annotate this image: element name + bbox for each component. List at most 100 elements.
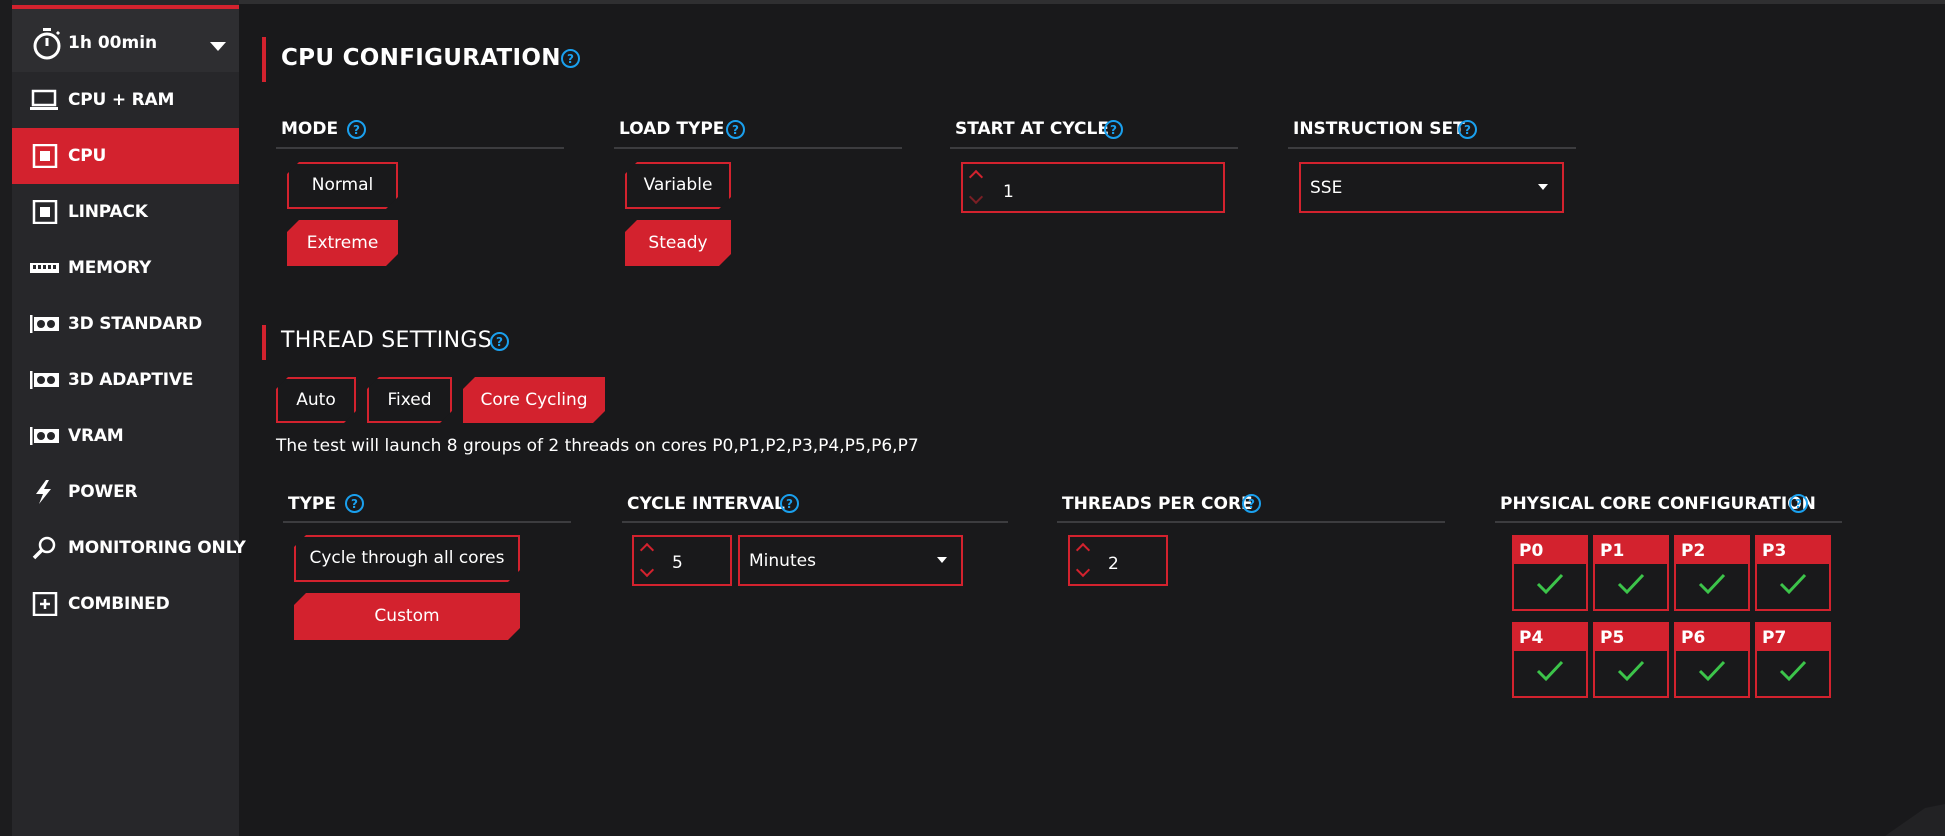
help-icon[interactable]: ? <box>347 120 366 139</box>
core-toggle[interactable]: P4 <box>1512 622 1588 698</box>
sidebar-item-monitoring-only[interactable]: MONITORING ONLY <box>12 520 246 576</box>
threads-per-core-stepper[interactable]: 2 <box>1068 535 1168 586</box>
sidebar-item-label: VRAM <box>68 426 124 446</box>
instruction-set-value: SSE <box>1310 178 1343 198</box>
core-toggle[interactable]: P7 <box>1755 622 1831 698</box>
type-cycle-all-button[interactable]: Cycle through all cores <box>294 535 520 582</box>
chevron-down-icon[interactable] <box>210 42 226 51</box>
help-icon[interactable]: ? <box>1789 494 1808 513</box>
sidebar-item-label: CPU + RAM <box>68 90 175 110</box>
window-top-border <box>0 0 1945 4</box>
section-accent-bar <box>262 37 266 82</box>
sidebar-item-3d-adaptive[interactable]: 3D ADAPTIVE <box>12 352 239 408</box>
sidebar-item-label: 3D ADAPTIVE <box>68 370 194 390</box>
help-icon[interactable]: ? <box>1104 120 1123 139</box>
left-gutter <box>0 0 12 836</box>
stopwatch-icon <box>33 28 61 60</box>
load-type-title: LOAD TYPE <box>619 119 725 139</box>
cpu-configuration-title: CPU CONFIGURATION <box>281 45 561 71</box>
core-toggle[interactable]: P2 <box>1674 535 1750 611</box>
decrement-icon[interactable] <box>1075 562 1091 578</box>
start-at-cycle-value[interactable]: 1 <box>1003 182 1014 202</box>
plus-box-icon <box>32 592 58 616</box>
gpu-icon <box>30 427 59 445</box>
sidebar-item-cpu[interactable]: CPU <box>12 128 239 184</box>
sidebar-item-linpack[interactable]: LINPACK <box>12 184 239 240</box>
load-variable-button[interactable]: Variable <box>625 162 731 209</box>
section-accent-bar <box>262 325 266 360</box>
thread-info-text: The test will launch 8 groups of 2 threa… <box>276 436 919 456</box>
help-icon[interactable]: ? <box>780 494 799 513</box>
checkmark-icon <box>1779 660 1807 682</box>
help-icon[interactable]: ? <box>561 49 580 68</box>
help-icon[interactable]: ? <box>1242 494 1261 513</box>
core-toggle[interactable]: P6 <box>1674 622 1750 698</box>
sidebar-item-combined[interactable]: COMBINED <box>12 576 239 632</box>
sidebar-item-cpu-ram[interactable]: CPU + RAM <box>12 72 239 128</box>
checkmark-icon <box>1617 573 1645 595</box>
divider <box>1495 521 1842 523</box>
increment-icon[interactable] <box>968 169 984 185</box>
decorative-corner <box>1885 804 1945 836</box>
help-icon[interactable]: ? <box>726 120 745 139</box>
duration-selector[interactable]: 1h 00min <box>12 5 239 72</box>
core-header: P3 <box>1757 537 1829 564</box>
sidebar-item-label: POWER <box>68 482 138 502</box>
divider <box>283 521 571 523</box>
core-label: P2 <box>1681 541 1706 561</box>
sidebar-item-vram[interactable]: VRAM <box>12 408 239 464</box>
linpack-icon <box>32 200 58 224</box>
core-header: P2 <box>1676 537 1748 564</box>
mode-extreme-button[interactable]: Extreme <box>287 220 398 266</box>
sidebar-item-label: MEMORY <box>68 258 152 278</box>
sidebar-item-3d-standard[interactable]: 3D STANDARD <box>12 296 239 352</box>
sidebar-item-label: CPU <box>68 146 107 166</box>
increment-icon[interactable] <box>639 542 655 558</box>
core-label: P5 <box>1600 628 1625 648</box>
sidebar-item-memory[interactable]: MEMORY <box>12 240 239 296</box>
decrement-icon[interactable] <box>639 562 655 578</box>
core-toggle[interactable]: P1 <box>1593 535 1669 611</box>
thread-settings-title: THREAD SETTINGS <box>281 328 492 353</box>
chevron-down-icon <box>1538 184 1548 190</box>
load-steady-button[interactable]: Steady <box>625 220 731 266</box>
divider <box>622 521 1008 523</box>
type-custom-button[interactable]: Custom <box>294 593 520 640</box>
divider <box>614 147 902 149</box>
decrement-icon[interactable] <box>968 189 984 205</box>
cycle-interval-value[interactable]: 5 <box>672 553 683 573</box>
checkmark-icon <box>1617 660 1645 682</box>
core-header: P5 <box>1595 624 1667 651</box>
cycle-interval-unit-select[interactable]: Minutes <box>738 535 963 586</box>
sidebar-item-label: COMBINED <box>68 594 170 614</box>
divider <box>950 147 1238 149</box>
cycle-interval-unit: Minutes <box>749 551 816 571</box>
core-toggle[interactable]: P3 <box>1755 535 1831 611</box>
core-header: P1 <box>1595 537 1667 564</box>
checkmark-icon <box>1698 573 1726 595</box>
increment-icon[interactable] <box>1075 542 1091 558</box>
instruction-set-title: INSTRUCTION SET <box>1293 119 1465 139</box>
help-icon[interactable]: ? <box>1458 120 1477 139</box>
mode-normal-button[interactable]: Normal <box>287 162 398 209</box>
cycle-interval-stepper[interactable]: 5 <box>632 535 732 586</box>
threads-per-core-title: THREADS PER CORE <box>1062 494 1253 514</box>
core-toggle[interactable]: P5 <box>1593 622 1669 698</box>
sidebar-item-label: LINPACK <box>68 202 148 222</box>
threads-per-core-value[interactable]: 2 <box>1108 554 1119 574</box>
help-icon[interactable]: ? <box>490 332 509 351</box>
help-icon[interactable]: ? <box>345 494 364 513</box>
core-toggle[interactable]: P0 <box>1512 535 1588 611</box>
core-header: P4 <box>1514 624 1586 651</box>
instruction-set-select[interactable]: SSE <box>1299 162 1564 213</box>
gpu-icon <box>30 315 59 333</box>
thread-core-cycling-button[interactable]: Core Cycling <box>463 377 605 423</box>
sidebar-item-power[interactable]: POWER <box>12 464 239 520</box>
thread-auto-button[interactable]: Auto <box>276 377 356 423</box>
cpu-icon <box>32 144 58 168</box>
start-at-cycle-stepper[interactable]: 1 <box>961 162 1225 213</box>
core-label: P3 <box>1762 541 1787 561</box>
core-header: P6 <box>1676 624 1748 651</box>
physical-core-configuration-title: PHYSICAL CORE CONFIGURATION <box>1500 494 1816 514</box>
thread-fixed-button[interactable]: Fixed <box>367 377 452 423</box>
